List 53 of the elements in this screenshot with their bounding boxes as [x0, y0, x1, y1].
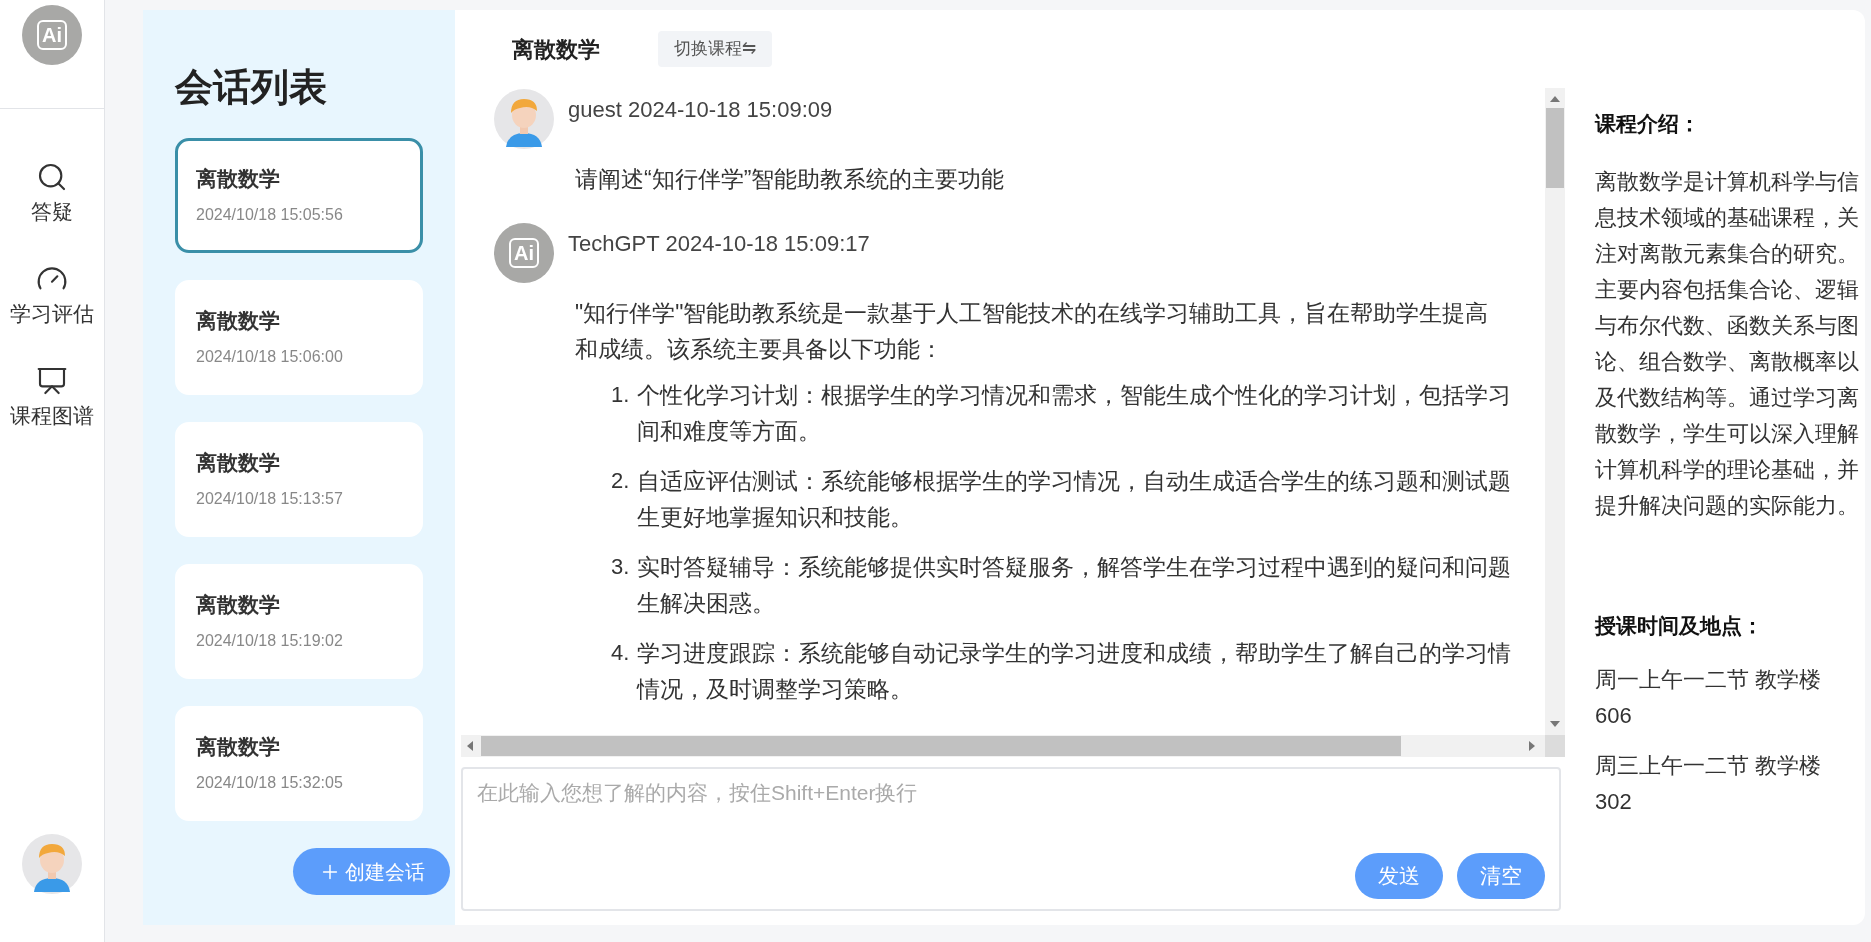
scroll-down-icon: [1550, 721, 1560, 727]
horizontal-scrollbar[interactable]: [461, 735, 1545, 757]
session-card[interactable]: 离散数学 2024/10/18 15:05:56: [175, 138, 423, 253]
switch-course-button[interactable]: 切换课程⇋: [658, 31, 772, 67]
session-time: 2024/10/18 15:06:00: [196, 346, 344, 367]
session-time: 2024/10/18 15:05:56: [196, 204, 344, 225]
scroll-left-icon: [467, 741, 473, 751]
list-item-text: 自适应评估测试：系统能够根据学生的学习情况，自动生成适合学生的练习题和测试题 生更好地掌握知识和技能。: [637, 467, 1511, 532]
session-title: 离散数学: [196, 450, 281, 475]
app-logo: Ai: [22, 5, 82, 65]
nav-item[interactable]: 课程图谱: [0, 365, 104, 429]
search-icon: [36, 161, 68, 193]
scroll-right-icon: [1529, 741, 1535, 751]
session-list-title: 会话列表: [175, 65, 327, 110]
session-card[interactable]: 离散数学 2024/10/18 15:32:05: [175, 706, 423, 821]
message-header: guest 2024-10-18 15:09:09: [568, 97, 833, 123]
schedule-entry: 周一上午一二节 教学楼 606: [1595, 666, 1823, 730]
scrollbar-thumb[interactable]: [1546, 108, 1564, 188]
list-number: 2.: [611, 467, 631, 495]
session-title: 离散数学: [196, 166, 281, 191]
scrollbar-corner: [1545, 735, 1565, 757]
session-time: 2024/10/18 15:13:57: [196, 488, 344, 509]
session-time: 2024/10/18 15:32:05: [196, 772, 344, 793]
session-title: 离散数学: [196, 308, 281, 333]
assistant-avatar: Ai: [494, 223, 554, 283]
session-time: 2024/10/18 15:19:02: [196, 630, 344, 651]
session-title: 离散数学: [196, 592, 281, 617]
list-number: 3.: [611, 553, 631, 581]
vertical-scrollbar[interactable]: [1545, 88, 1565, 735]
session-card[interactable]: 离散数学 2024/10/18 15:13:57: [175, 422, 423, 537]
list-item-text: 学习进度跟踪：系统能够自动记录学生的学习进度和成绩，帮助学生了解自己的学习情 情况，及时调整学习策略。: [637, 639, 1511, 704]
nav-item[interactable]: 答疑: [0, 161, 104, 225]
course-title: 离散数学: [512, 35, 600, 64]
schedule-entry: 周三上午一二节 教学楼 302: [1595, 752, 1823, 816]
scroll-up-icon: [1550, 96, 1560, 102]
nav-item[interactable]: 学习评估: [0, 263, 104, 327]
schedule-title: 授课时间及地点：: [1595, 613, 1764, 639]
chart-board-icon: [36, 365, 68, 397]
message-header: TechGPT 2024-10-18 15:09:17: [568, 231, 870, 257]
user-avatar: [494, 89, 554, 149]
list-item-text: 个性化学习计划：根据学生的学习情况和需求，智能生成个性化的学习计划，包括学习 间和难度等方面。: [637, 381, 1511, 446]
session-card[interactable]: 离散数学 2024/10/18 15:19:02: [175, 564, 423, 679]
session-title: 离散数学: [196, 734, 281, 759]
message-text: "知行伴学"智能助教系统是一款基于人工智能技术的在线学习辅助工具，旨在帮助学生提高 和成绩。该系统主要具备以下功能：: [575, 299, 1490, 364]
list-item-text: 实时答疑辅导：系统能够提供实时答疑服务，解答学生在学习过程中遇到的疑问和问题 生解决困惑。: [637, 553, 1511, 618]
message-text: 请阐述“知行伴学”智能助教系统的主要功能: [575, 165, 1006, 194]
intro-title: 课程介绍：: [1595, 111, 1701, 137]
scrollbar-thumb[interactable]: [481, 736, 1401, 756]
user-avatar: [22, 834, 82, 894]
list-number: 1.: [611, 381, 631, 409]
session-card[interactable]: 离散数学 2024/10/18 15:06:00: [175, 280, 423, 395]
intro-text: 离散数学是计算机科学与信息技术领域的基础课程，关注对离散元素集合的研究。主要内容包括集合论、逻辑与布尔代数、函数关系与图论、组合数学、离散概率以及代数结构等。通过学习离散数学，学生可以深入理解计算机科学的理论基础，并提升解决问题的实际能力。: [1595, 168, 1860, 520]
list-number: 4.: [611, 639, 631, 667]
